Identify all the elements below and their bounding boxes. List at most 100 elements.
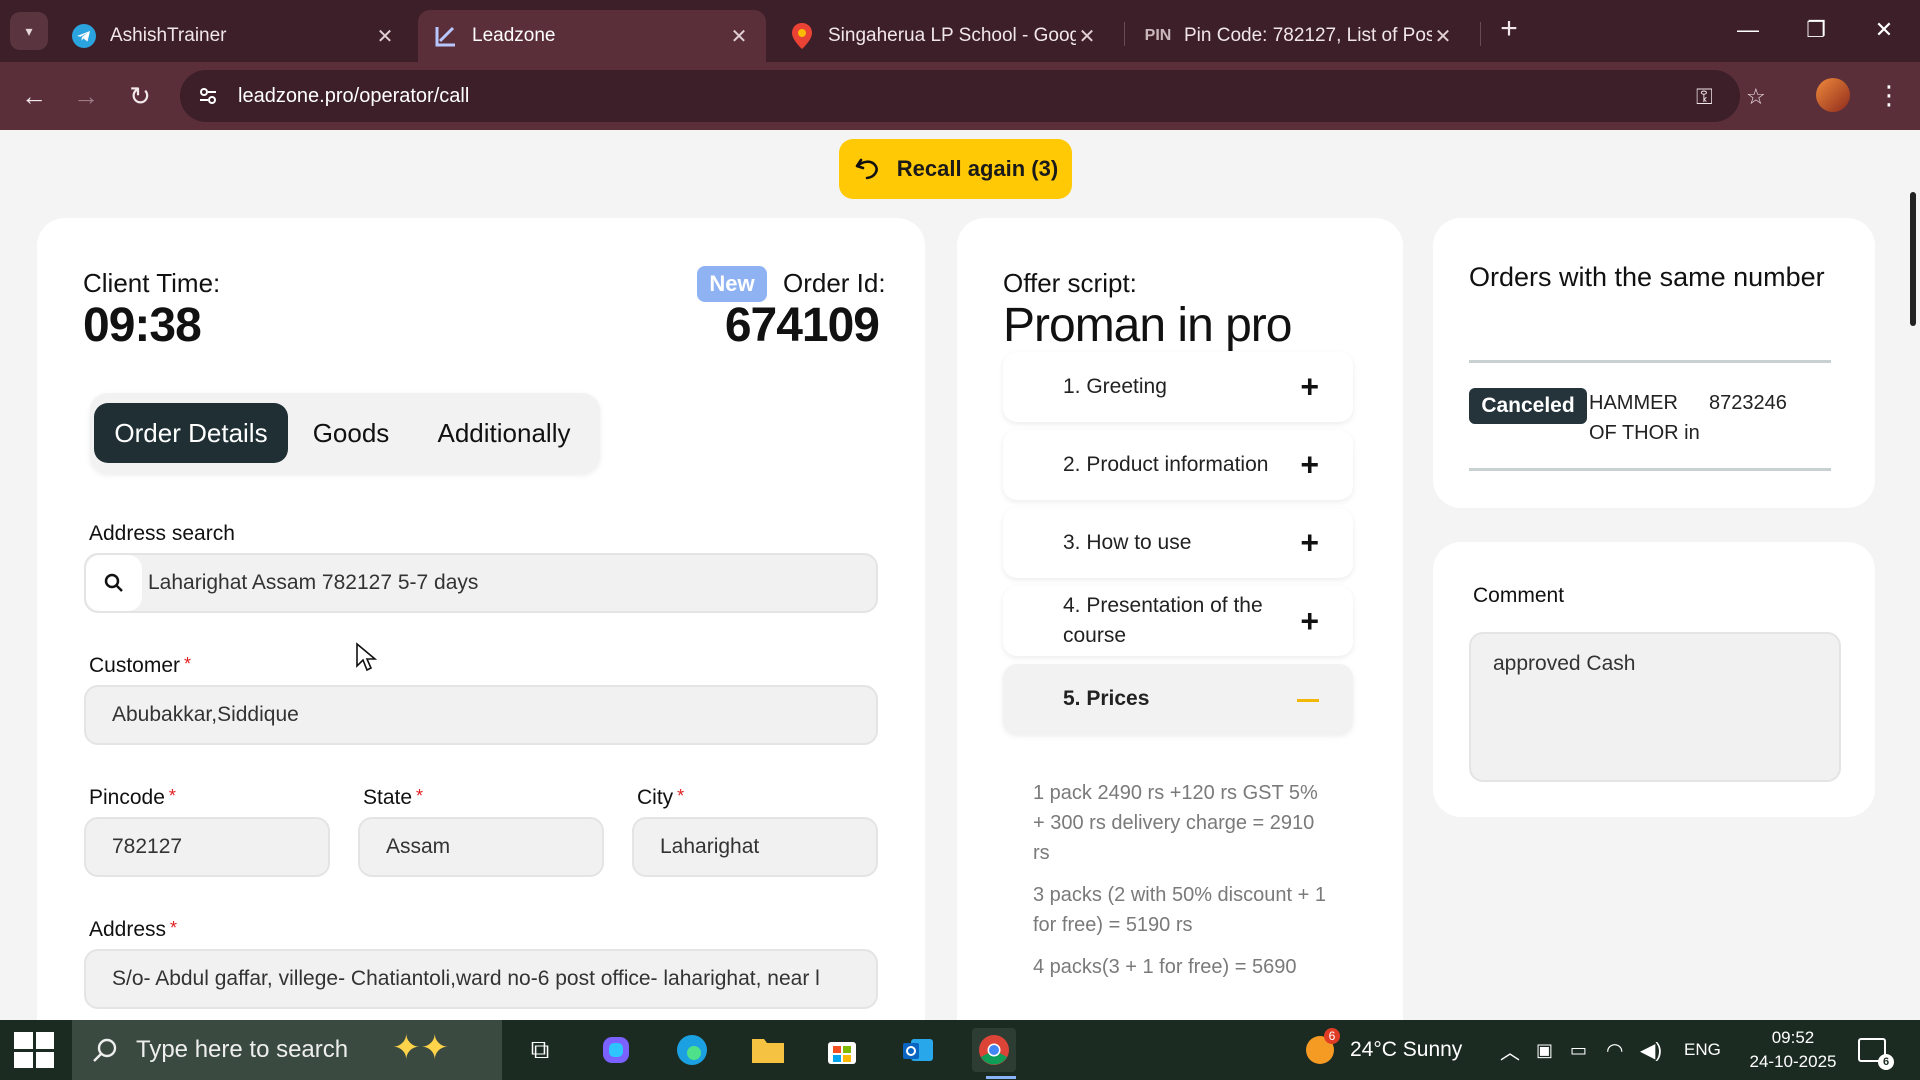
plus-icon: + [1300, 446, 1319, 483]
show-hidden-icons[interactable]: ︿ [1500, 1020, 1520, 1080]
browser-menu-icon[interactable]: ⋮ [1876, 78, 1902, 112]
plus-icon: + [1300, 524, 1319, 561]
bookmark-star-icon[interactable]: ☆ [1746, 84, 1766, 110]
comment-textarea[interactable]: approved Cash [1469, 632, 1841, 782]
search-icon [86, 555, 142, 611]
profile-avatar[interactable] [1816, 78, 1850, 112]
state-input[interactable]: Assam [358, 817, 604, 877]
chevron-down-icon: ▾ [25, 22, 33, 39]
site-info-icon[interactable] [188, 76, 228, 116]
page-content: Recall again (3) Client Time: 09:38 New … [0, 130, 1920, 1020]
address-search-input[interactable]: Laharighat Assam 782127 5-7 days [84, 553, 878, 613]
close-icon[interactable]: ✕ [1076, 24, 1098, 49]
city-value: Laharighat [660, 835, 760, 858]
taskbar-clock[interactable]: 09:52 24-10-2025 [1738, 1026, 1848, 1074]
script-section-how-to-use[interactable]: 3. How to use + [1003, 508, 1353, 578]
weather-sun-icon: 6 [1306, 1028, 1340, 1064]
copilot-icon[interactable] [594, 1028, 638, 1072]
browser-tab-ashishtrainer[interactable]: AshishTrainer ✕ [56, 10, 412, 62]
plus-icon: + [1300, 368, 1319, 405]
notification-icon: 6 [1858, 1038, 1894, 1070]
volume-icon[interactable]: ◀) [1640, 1020, 1662, 1080]
same-number-title: Orders with the same number [1469, 262, 1825, 292]
leadzone-icon [434, 24, 458, 48]
required-mark: * [677, 786, 685, 806]
required-mark: * [184, 654, 192, 674]
tab-title: AshishTrainer [110, 25, 227, 46]
page-scrollbar-thumb[interactable] [1910, 192, 1916, 326]
offer-script-card: Offer script: Proman in pro 1. Greeting … [957, 218, 1403, 1020]
tab-search-button[interactable]: ▾ [10, 12, 48, 50]
order-number[interactable]: 8723246 [1709, 388, 1787, 418]
section-title: 5. Prices [1063, 687, 1150, 710]
script-section-presentation[interactable]: 4. Presentation of the course + [1003, 586, 1353, 656]
close-icon[interactable]: ✕ [728, 24, 750, 49]
new-tab-button[interactable]: + [1493, 14, 1525, 46]
close-icon: ✕ [1874, 17, 1894, 42]
offer-script-label: Offer script: [1003, 268, 1137, 298]
client-time-value: 09:38 [83, 299, 202, 352]
close-icon[interactable]: ✕ [374, 24, 396, 49]
close-window-button[interactable]: ✕ [1854, 10, 1914, 50]
required-mark: * [416, 786, 424, 806]
pin-logo-icon: PIN [1144, 27, 1172, 44]
tab-title: Pin Code: 782127, List of Post O [1184, 25, 1432, 46]
pincode-input[interactable]: 782127 [84, 817, 330, 877]
windows-start-button[interactable] [14, 1032, 54, 1068]
microsoft-store-icon[interactable] [820, 1028, 864, 1072]
arrow-right-icon: → [73, 80, 99, 111]
order-id-label: Order Id: [783, 268, 886, 298]
file-explorer-icon[interactable] [746, 1028, 790, 1072]
address-input[interactable]: S/o- Abdul gaffar, villege- Chatiantoli,… [84, 949, 878, 1009]
tab-additionally[interactable]: Additionally [414, 403, 594, 463]
mouse-cursor-icon [356, 642, 377, 672]
language-indicator[interactable]: ENG [1684, 1020, 1721, 1080]
pincode-value: 782127 [112, 835, 183, 858]
edge-icon[interactable] [670, 1028, 714, 1072]
order-product: HAMMER OF THOR in [1589, 392, 1700, 444]
browser-tab-google-maps[interactable]: Singaherua LP School - Google ✕ [774, 10, 1114, 62]
task-view-icon[interactable]: ⧉ [518, 1028, 562, 1072]
notifications-button[interactable]: 6 [1858, 1020, 1894, 1080]
restore-button[interactable]: ❐ [1786, 10, 1846, 50]
script-section-product-information[interactable]: 2. Product information + [1003, 430, 1353, 500]
tab-order-details[interactable]: Order Details [94, 403, 288, 463]
script-section-prices[interactable]: 5. Prices [1003, 664, 1353, 734]
back-button[interactable]: ← [14, 76, 54, 116]
script-section-greeting[interactable]: 1. Greeting + [1003, 352, 1353, 422]
tab-separator [1480, 22, 1481, 46]
status-badge: New [697, 266, 767, 302]
chrome-taskbar-icon[interactable] [972, 1028, 1016, 1072]
outlook-icon[interactable] [896, 1028, 940, 1072]
close-icon[interactable]: ✕ [1432, 24, 1454, 49]
meet-now-icon[interactable]: ▣ [1536, 1020, 1553, 1080]
reload-button[interactable]: ↻ [120, 76, 160, 116]
minimize-button[interactable]: — [1718, 10, 1778, 50]
taskbar-search-box[interactable]: Type here to search ✦✦ [72, 1020, 502, 1080]
tab-goods[interactable]: Goods [296, 403, 406, 463]
client-time-label: Client Time: [83, 268, 221, 298]
same-number-orders-card: Orders with the same number Canceled HAM… [1433, 218, 1875, 508]
state-label: State * [363, 786, 424, 809]
forward-button[interactable]: → [66, 76, 106, 116]
comment-value: approved Cash [1493, 652, 1636, 675]
weather-widget[interactable]: 6 24°C Sunny [1306, 1020, 1462, 1080]
address-bar[interactable]: leadzone.pro/operator/call ⚿ ☆ [180, 70, 1766, 122]
battery-icon[interactable]: ▭ [1570, 1020, 1587, 1080]
active-app-indicator [986, 1076, 1016, 1079]
wifi-icon[interactable]: ◠ [1606, 1020, 1623, 1080]
section-title: 3. How to use [1063, 531, 1192, 554]
browser-toolbar: ← → ↻ leadzone.pro/operator/call ⚿ ☆ [0, 62, 1920, 130]
order-card: Client Time: 09:38 New Order Id: 674109 … [37, 218, 925, 1020]
customer-input[interactable]: Abubakkar,Siddique [84, 685, 878, 745]
address-search-label: Address search [89, 522, 235, 545]
recall-again-button[interactable]: Recall again (3) [839, 139, 1072, 199]
notification-count: 6 [1878, 1054, 1894, 1070]
section-title: 1. Greeting [1063, 375, 1167, 398]
browser-tab-leadzone[interactable]: Leadzone ✕ [418, 10, 766, 62]
browser-tab-pincode[interactable]: PIN Pin Code: 782127, List of Post O ✕ [1130, 10, 1470, 62]
city-input[interactable]: Laharighat [632, 817, 878, 877]
taskbar-search-placeholder: Type here to search [136, 1036, 349, 1063]
order-tabs: Order Details Goods Additionally [90, 393, 600, 473]
password-key-icon[interactable]: ⚿ [1696, 84, 1713, 110]
